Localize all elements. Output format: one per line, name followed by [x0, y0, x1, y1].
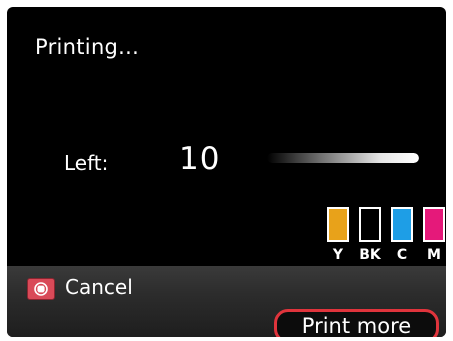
- status-title: Printing...: [35, 35, 140, 59]
- ink-label-black: BK: [359, 247, 381, 263]
- ink-fill-magenta: [425, 209, 443, 240]
- print-more-button[interactable]: Print more: [274, 309, 439, 337]
- print-progress-bar: [267, 153, 419, 163]
- ink-label-magenta: M: [427, 247, 441, 263]
- print-progress-fill: [267, 153, 419, 163]
- ink-label-yellow: Y: [332, 247, 344, 263]
- ink-fill-yellow: [329, 209, 347, 240]
- pages-left-label: Left:: [64, 151, 109, 175]
- printer-lcd-screen: Printing... Left: 10 Y BK C M Cancel Pri…: [7, 7, 446, 337]
- cancel-label[interactable]: Cancel: [65, 275, 133, 299]
- pages-left-count: 10: [179, 141, 221, 177]
- ink-cartridge-yellow: [327, 207, 349, 242]
- ink-label-cyan: C: [396, 247, 408, 263]
- ink-levels: Y BK C M: [321, 207, 446, 269]
- ink-cartridge-magenta: [423, 207, 445, 242]
- ink-cartridge-black: [359, 207, 381, 242]
- ink-cartridge-cyan: [391, 207, 413, 242]
- ink-fill-cyan: [393, 209, 411, 240]
- stop-icon[interactable]: [27, 278, 55, 300]
- soft-key-bar: Cancel Print more: [7, 266, 446, 337]
